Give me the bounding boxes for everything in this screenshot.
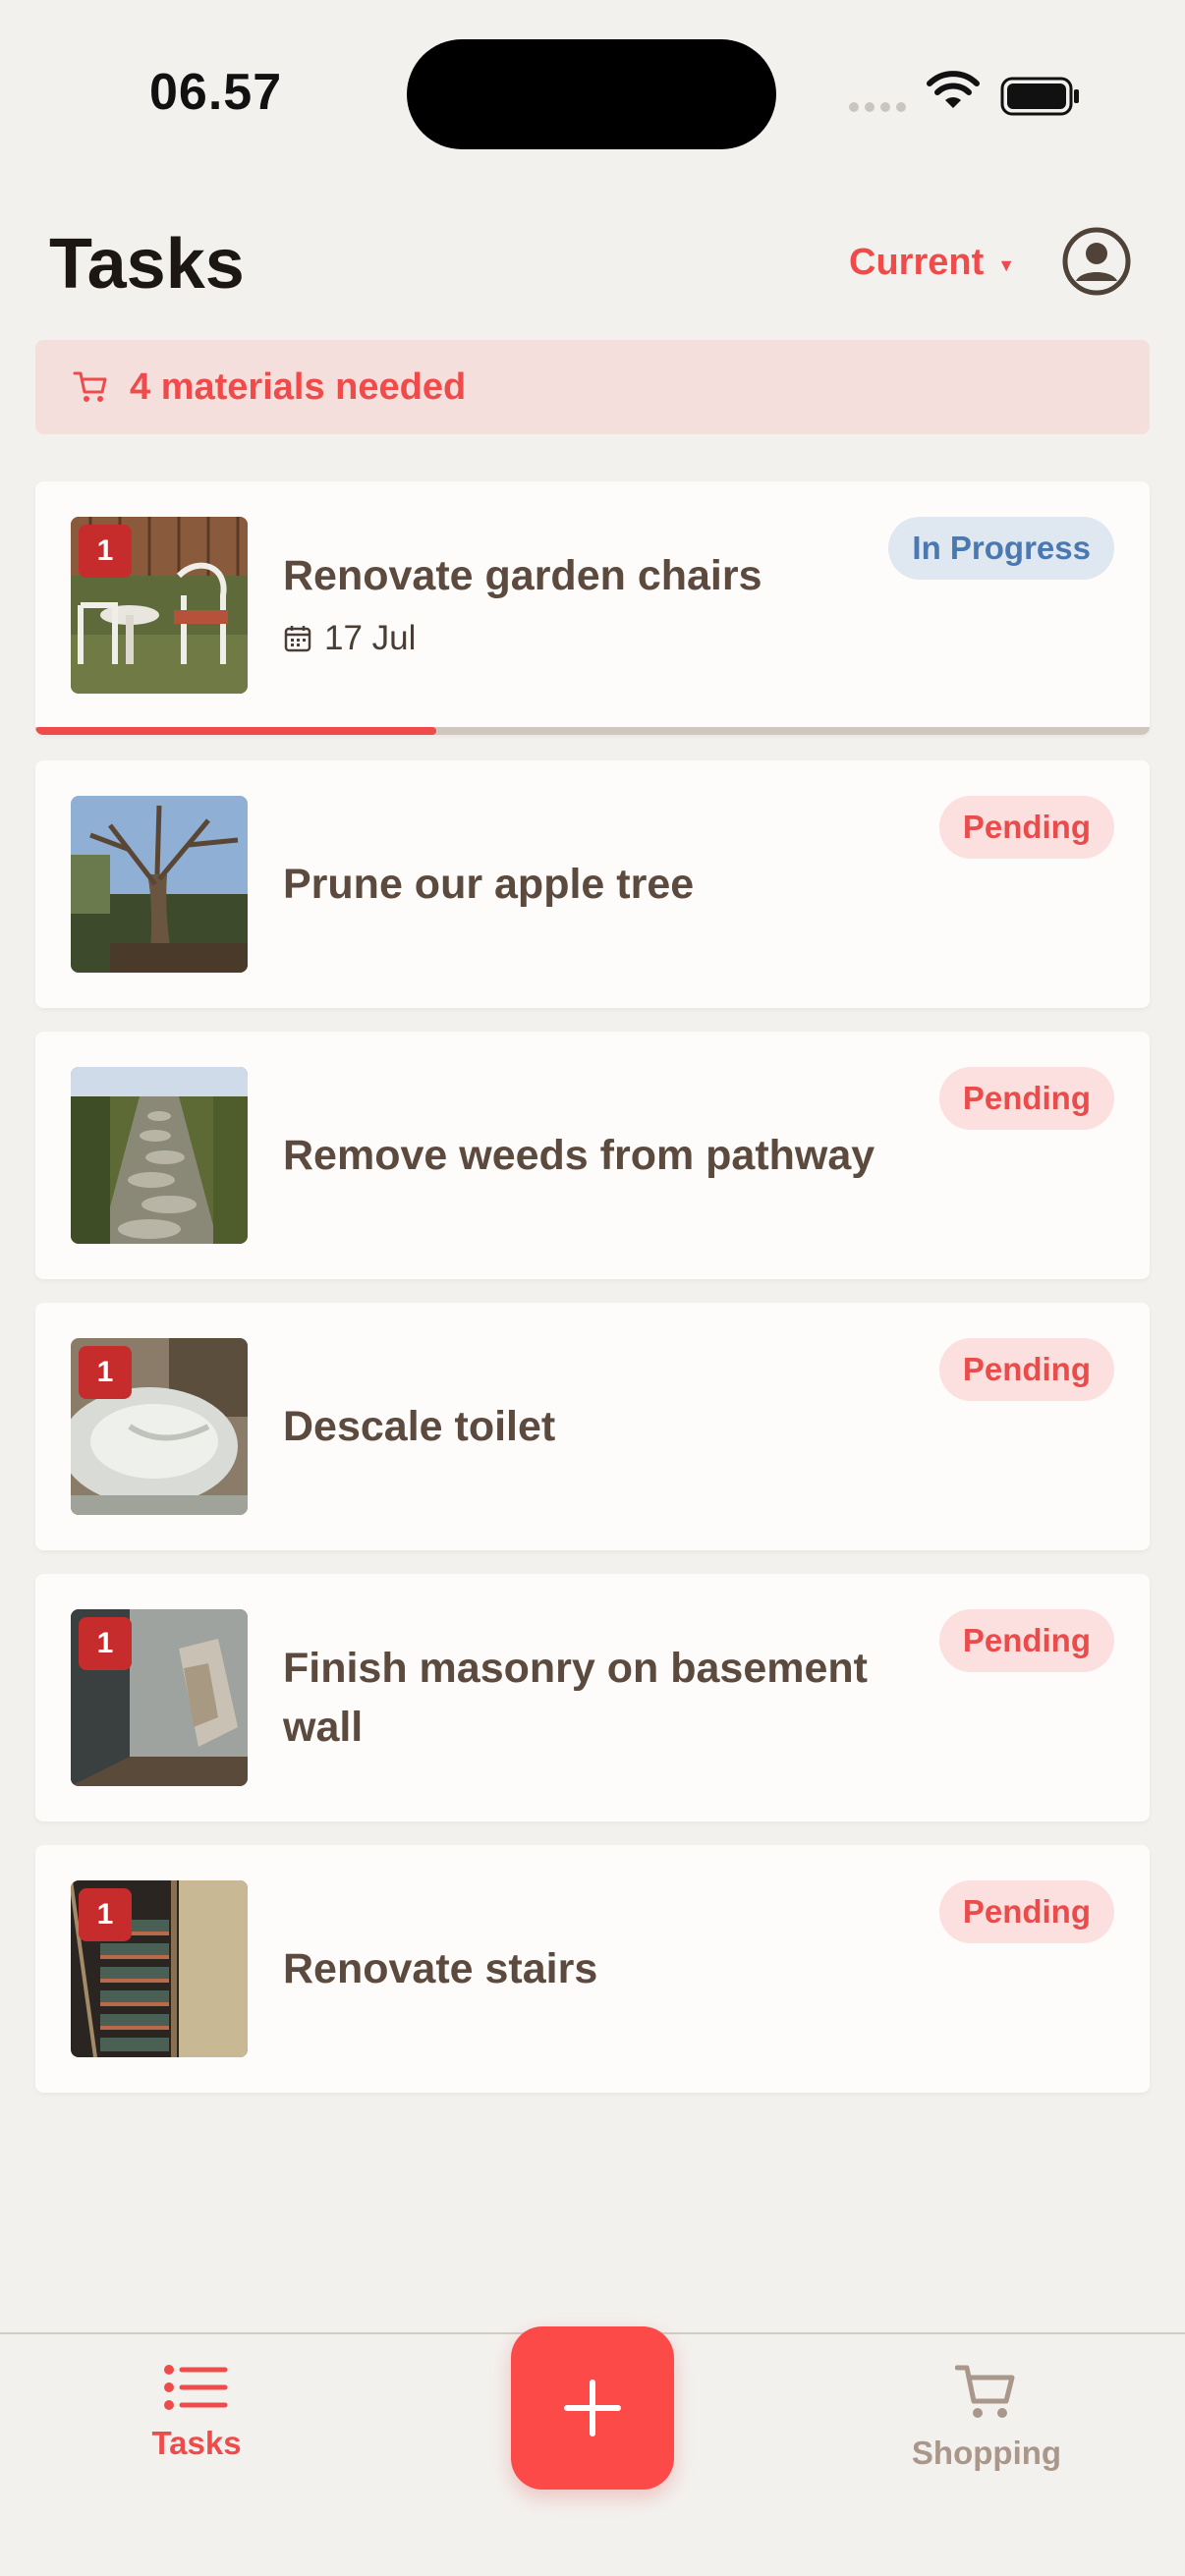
status-badge: Pending xyxy=(938,1338,1114,1401)
task-title: Prune our apple tree xyxy=(283,861,695,908)
task-card[interactable]: Remove weeds from pathway Pending xyxy=(35,1032,1150,1279)
status-bar: 06.57 xyxy=(0,0,1185,187)
tab-shopping[interactable]: Shopping xyxy=(878,2364,1095,2472)
task-card[interactable]: Prune our apple tree Pending xyxy=(35,760,1150,1008)
page-title: Tasks xyxy=(49,225,245,304)
list-icon xyxy=(164,2365,228,2410)
materials-needed-banner[interactable]: 4 materials needed xyxy=(35,340,1150,434)
cart-icon xyxy=(955,2365,1015,2418)
task-thumbnail xyxy=(71,1067,248,1244)
status-badge: Pending xyxy=(938,1067,1114,1130)
tab-tasks-label: Tasks xyxy=(151,2425,242,2461)
task-thumbnail: 1 xyxy=(71,1880,248,2057)
task-card[interactable]: 1 Descale toilet Pending xyxy=(35,1303,1150,1550)
task-card[interactable]: 1 Renovate garden chairs 17 Jul In Progr… xyxy=(35,481,1150,735)
status-badge: In Progress xyxy=(888,517,1114,580)
task-thumbnail: 1 xyxy=(71,1338,248,1515)
status-badge: Pending xyxy=(938,1880,1114,1943)
task-title: Renovate garden chairs xyxy=(283,552,762,599)
materials-count-badge: 1 xyxy=(79,1346,132,1399)
task-title: Renovate stairs xyxy=(283,1945,598,1992)
task-card[interactable]: 1 Renovate stairs Pending xyxy=(35,1845,1150,2093)
status-badge: Pending xyxy=(938,1609,1114,1672)
wifi-icon xyxy=(927,71,980,108)
filter-label: Current xyxy=(849,242,985,283)
tab-tasks[interactable]: Tasks xyxy=(88,2364,305,2462)
task-title: Descale toilet xyxy=(283,1403,556,1450)
plus-icon xyxy=(564,2380,621,2436)
materials-count-badge: 1 xyxy=(79,1888,132,1941)
task-title: Remove weeds from pathway xyxy=(283,1132,875,1179)
task-progress-fill xyxy=(35,727,437,735)
cellular-signal-icon xyxy=(849,102,906,112)
task-list: 1 Renovate garden chairs 17 Jul In Progr… xyxy=(35,481,1150,2116)
task-thumbnail: 1 xyxy=(71,1609,248,1786)
status-badge: Pending xyxy=(938,796,1114,859)
materials-count-badge: 1 xyxy=(79,525,132,578)
task-progress-bar xyxy=(35,727,1150,735)
materials-count-badge: 1 xyxy=(79,1617,132,1670)
add-task-button[interactable] xyxy=(511,2326,674,2490)
status-time: 06.57 xyxy=(149,64,283,121)
battery-icon xyxy=(1000,77,1079,116)
tab-shopping-label: Shopping xyxy=(911,2435,1062,2471)
profile-icon[interactable] xyxy=(1061,226,1132,297)
filter-dropdown[interactable]: Current ▼ xyxy=(849,242,1015,284)
calendar-icon xyxy=(284,626,311,652)
due-date-text: 17 Jul xyxy=(324,619,417,657)
due-date: 17 Jul xyxy=(283,619,416,658)
task-card[interactable]: 1 Finish masonry on basement wall Pendin… xyxy=(35,1574,1150,1821)
cart-icon xyxy=(73,371,107,402)
task-title: Finish masonry on basement wall xyxy=(283,1645,868,1751)
header: Tasks Current ▼ xyxy=(0,216,1185,314)
task-thumbnail xyxy=(71,796,248,973)
task-thumbnail: 1 xyxy=(71,517,248,694)
materials-needed-text: 4 materials needed xyxy=(130,365,467,408)
dynamic-island xyxy=(407,39,776,149)
chevron-down-icon: ▼ xyxy=(997,255,1016,275)
